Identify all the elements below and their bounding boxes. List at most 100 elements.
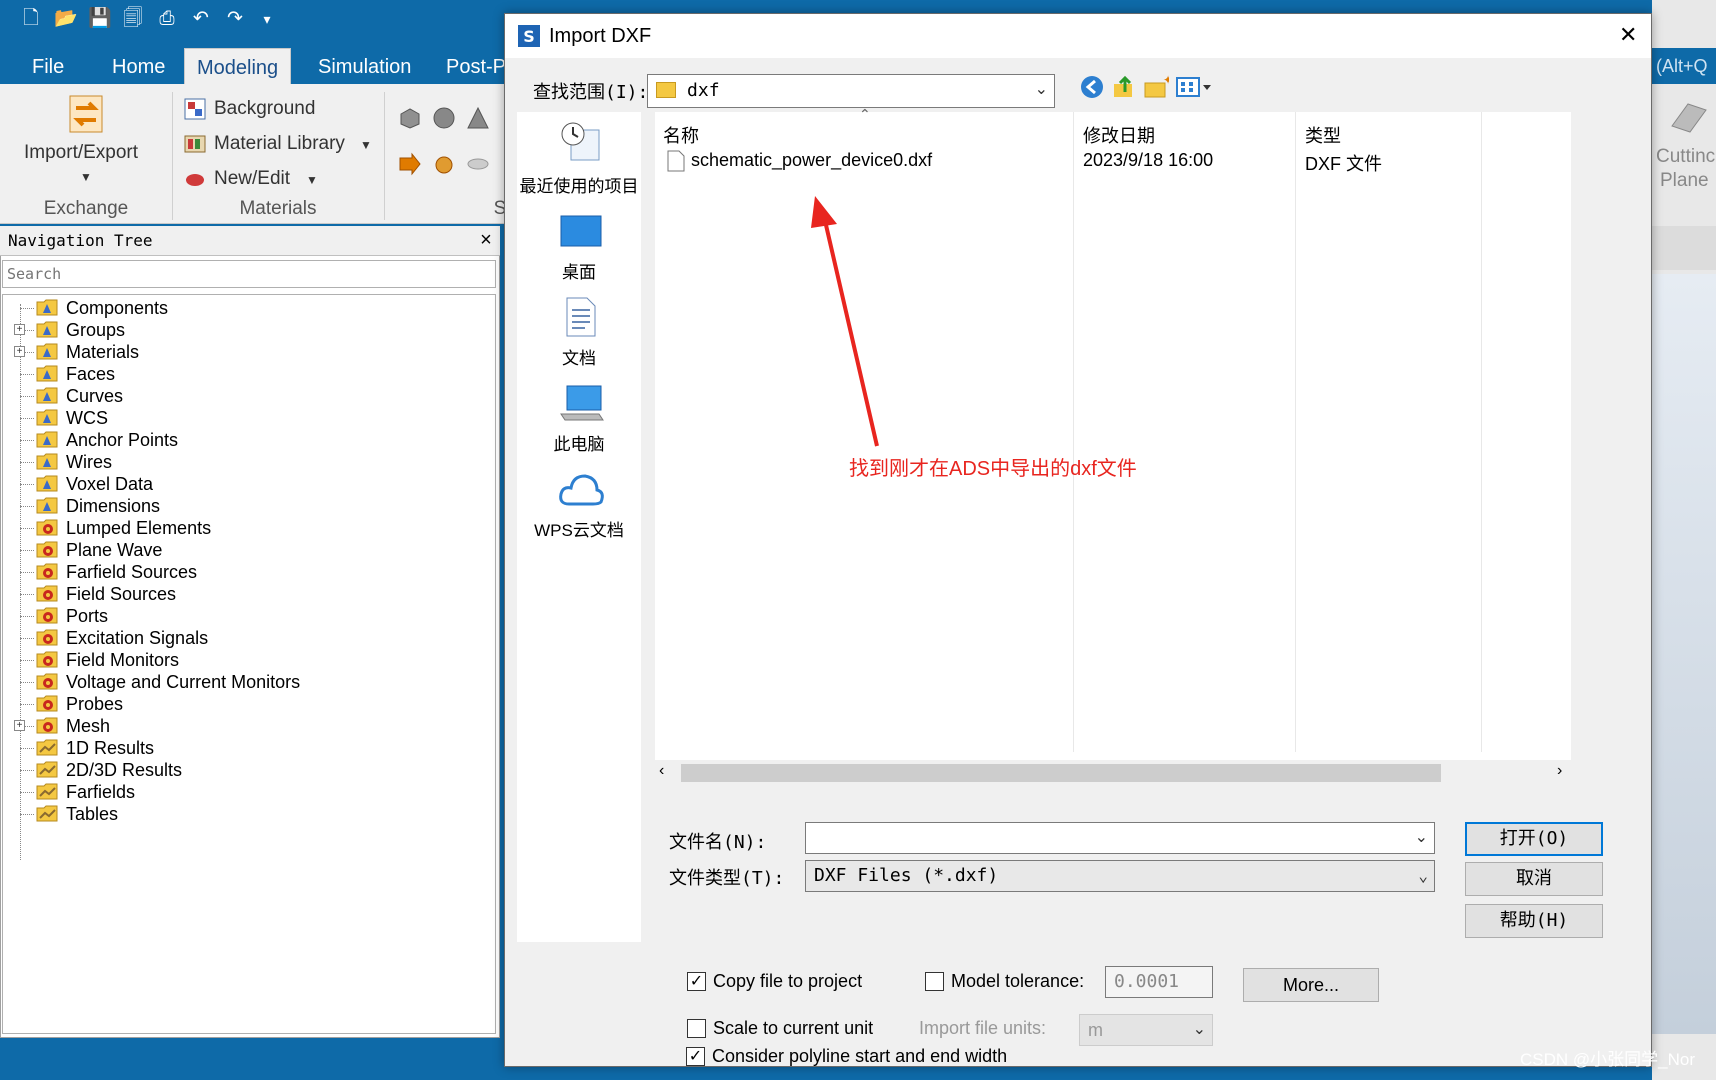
tree-item[interactable]: Anchor Points [2,428,482,452]
tree-item[interactable]: Field Sources [2,582,482,606]
place-wps-cloud[interactable]: WPS云文档 [517,516,641,541]
column-header-name[interactable]: 名称 [663,122,699,148]
tree-item[interactable]: + Mesh [2,714,482,738]
tab-simulation[interactable]: Simulation [306,50,423,84]
column-separator[interactable] [1073,112,1074,752]
new-edit-dropdown-icon[interactable]: ▼ [306,173,318,187]
scroll-right-icon[interactable]: › [1557,762,1562,780]
import-export-icon[interactable] [66,94,110,134]
save-icon[interactable]: 💾 [88,8,112,30]
help-button[interactable]: 帮助(H) [1465,904,1603,938]
tree-item[interactable]: Probes [2,692,482,716]
filename-input[interactable]: ⌄ [805,822,1435,854]
file-name[interactable]: schematic_power_device0.dxf [691,150,932,171]
cancel-button[interactable]: 取消 [1465,862,1603,896]
tree-item[interactable]: Voxel Data [2,472,482,496]
dialog-close-button[interactable]: ✕ [1619,22,1637,48]
tree-item[interactable]: Dimensions [2,494,482,518]
desktop-icon[interactable] [559,214,603,248]
undo-icon[interactable]: ↶ [190,8,212,30]
tree-item[interactable]: Field Monitors [2,648,482,672]
tab-modeling[interactable]: Modeling [184,48,292,86]
scale-unit-checkbox[interactable] [687,1019,706,1038]
background-button[interactable]: Background [214,98,315,120]
folder-icon [36,474,58,492]
place-this-pc[interactable]: 此电脑 [517,430,641,455]
tree-item[interactable]: Wires [2,450,482,474]
more-button[interactable]: More... [1243,968,1379,1002]
tree-item[interactable]: 1D Results [2,736,482,760]
back-icon[interactable] [1079,74,1105,100]
tree-item[interactable]: Plane Wave [2,538,482,562]
recent-items-icon[interactable] [557,120,603,164]
place-recent-items[interactable]: 最近使用的项目 [517,172,641,197]
import-export-button[interactable]: Import/Export [24,142,138,164]
tab-home[interactable]: Home [100,50,177,84]
wps-cloud-icon[interactable] [557,470,605,510]
print-icon[interactable]: ⎙ [156,8,178,30]
navigation-tree-search-input[interactable] [2,260,496,288]
expand-icon[interactable]: + [14,346,25,357]
file-row[interactable]: schematic_power_device0.dxf 2023/9/18 16… [663,146,1563,176]
new-file-icon[interactable]: 🗋 [20,8,42,30]
ribbon-separator [384,92,385,220]
gear-folder-icon [36,518,58,536]
tree-item[interactable]: + Groups [2,318,482,342]
extrude-icon[interactable] [398,152,422,176]
documents-icon[interactable] [563,296,599,338]
tree-item[interactable]: Curves [2,384,482,408]
tree-item[interactable]: Components [2,296,482,320]
save-all-icon[interactable]: 🗐 [122,8,144,30]
tree-item[interactable]: Excitation Signals [2,626,482,650]
column-header-date[interactable]: 修改日期 [1083,122,1155,148]
expand-icon[interactable]: + [14,720,25,731]
tree-item[interactable]: WCS [2,406,482,430]
horizontal-scrollbar-thumb[interactable] [681,764,1441,782]
column-header-type[interactable]: 类型 [1305,122,1341,148]
open-button[interactable]: 打开(O) [1465,822,1603,856]
polyline-width-checkbox[interactable]: ✓ [686,1047,705,1066]
new-edit-button[interactable]: New/Edit [214,168,290,190]
tree-item[interactable]: Farfield Sources [2,560,482,584]
tree-item[interactable]: Faces [2,362,482,386]
navigation-tree-close-button[interactable]: × [474,228,498,252]
place-desktop[interactable]: 桌面 [517,258,641,283]
tree-item[interactable]: Ports [2,604,482,628]
search-hint: (Alt+Q [1652,48,1716,84]
sphere-shape-icon[interactable] [432,106,456,130]
column-separator[interactable] [1295,112,1296,752]
tab-file[interactable]: File [20,50,76,84]
rotate-icon[interactable] [432,152,456,176]
expand-icon[interactable]: + [14,324,25,335]
model-tolerance-checkbox[interactable] [925,972,944,991]
tree-item[interactable]: + Materials [2,340,482,364]
view-menu-icon[interactable] [1175,74,1215,100]
filetype-select[interactable]: DXF Files (*.dxf) ⌄ [805,860,1435,892]
tree-item[interactable]: Farfields [2,780,482,804]
column-separator[interactable] [1481,112,1482,752]
new-folder-icon[interactable]: ✦ [1143,73,1173,100]
this-pc-icon[interactable] [559,384,605,424]
look-in-combo[interactable]: dxf ⌄ [647,74,1055,108]
place-documents[interactable]: 文档 [517,344,641,369]
brick-shape-icon[interactable] [398,106,422,130]
tree-item[interactable]: Lumped Elements [2,516,482,540]
tree-item[interactable]: Voltage and Current Monitors [2,670,482,694]
open-folder-icon[interactable]: 📂 [54,8,78,30]
material-library-button[interactable]: Material Library [214,133,345,155]
tree-item[interactable]: Tables [2,802,482,826]
up-folder-icon[interactable] [1111,74,1137,100]
material-library-dropdown-icon[interactable]: ▼ [360,138,372,152]
tree-item-label: Farfields [66,782,136,802]
cutting-plane-icon[interactable] [1668,96,1708,136]
redo-icon[interactable]: ↷ [224,8,246,30]
tree-connector-line [20,440,34,441]
gear-folder-icon [36,584,58,602]
cone-shape-icon[interactable] [466,106,490,130]
scroll-left-icon[interactable]: ‹ [659,762,664,780]
import-export-dropdown-icon[interactable]: ▼ [80,170,92,184]
copy-file-checkbox[interactable]: ✓ [687,972,706,991]
loft-icon[interactable] [466,152,490,176]
tree-item[interactable]: 2D/3D Results [2,758,482,782]
customize-dropdown-icon[interactable]: ▾ [256,8,278,30]
